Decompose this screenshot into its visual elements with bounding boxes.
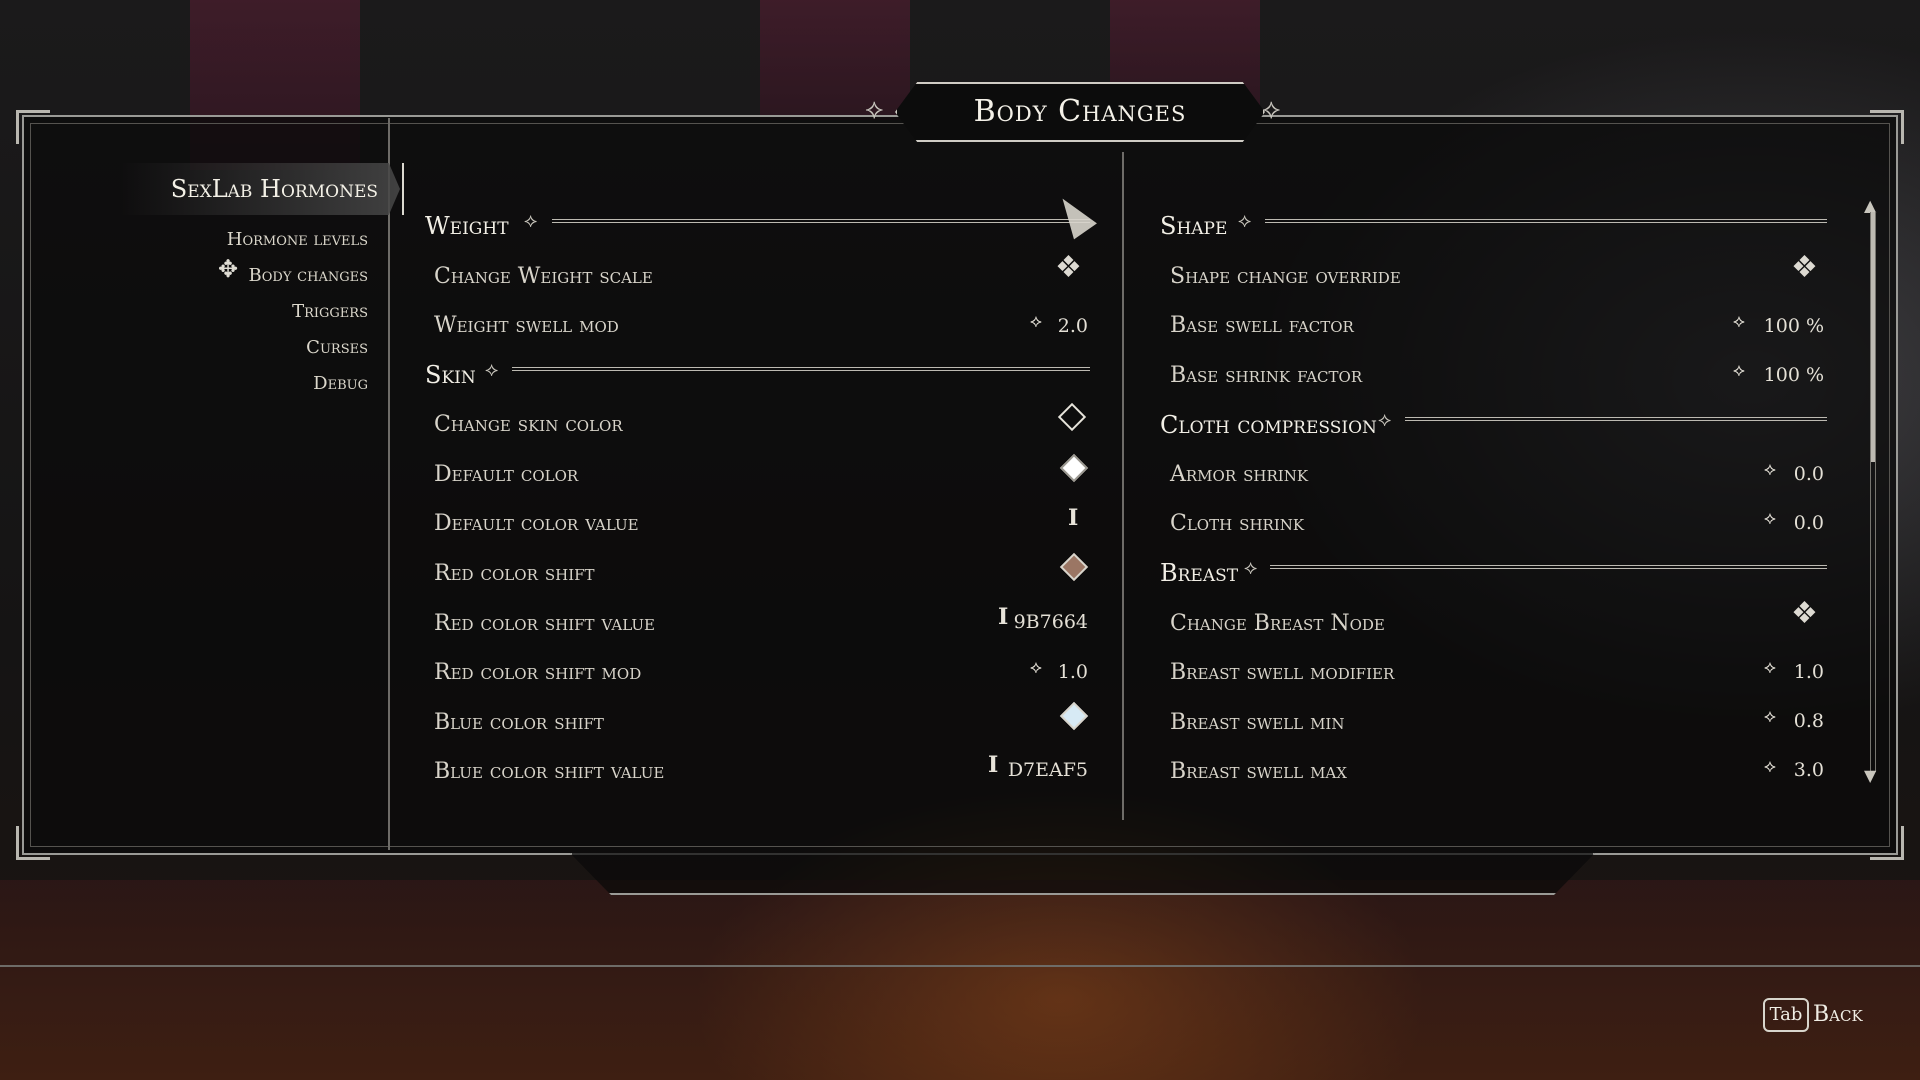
slider-icon: ⟡ (1764, 508, 1776, 529)
option-change-weight-scale[interactable]: Change Weight scale (434, 264, 653, 289)
option-red-color-shift-value[interactable]: Red color shift value (434, 611, 655, 636)
option-base-swell-factor[interactable]: Base swell factor (1170, 313, 1354, 338)
background-banner-center (760, 0, 910, 120)
header-knot-icon: ⟡ (1378, 407, 1392, 431)
value-armor-shrink[interactable]: 0.0 (1794, 463, 1824, 485)
value-base-swell-factor[interactable]: 100 % (1764, 315, 1824, 337)
option-breast-swell-min[interactable]: Breast swell min (1170, 710, 1344, 735)
column-divider (1122, 152, 1124, 820)
value-breast-swell-min[interactable]: 0.8 (1794, 710, 1824, 732)
option-shape-change-override[interactable]: Shape change override (1170, 264, 1401, 289)
sidebar-divider (388, 118, 390, 850)
knot-toggle-icon[interactable]: ❖ (1055, 250, 1082, 285)
text-cursor-icon: I (998, 604, 1009, 630)
sidebar-item-body-changes[interactable]: Body changes (249, 265, 368, 286)
header-rule (1265, 219, 1827, 223)
value-breast-swell-max[interactable]: 3.0 (1794, 759, 1824, 781)
frame-corner-ornament (1870, 826, 1904, 860)
value-breast-swell-modifier[interactable]: 1.0 (1794, 661, 1824, 683)
option-red-color-shift-mod[interactable]: Red color shift mod (434, 660, 641, 685)
header-knot-icon: ⟡ (1238, 208, 1252, 232)
active-mod-highlight-edge (380, 163, 404, 215)
slider-icon: ⟡ (1764, 756, 1776, 777)
option-blue-color-shift[interactable]: Blue color shift (434, 710, 604, 735)
value-red-color-shift[interactable]: 9B7664 (1014, 611, 1088, 633)
header-knot-icon: ⟡ (1244, 555, 1258, 579)
page-title: Body Changes (973, 94, 1187, 129)
slider-icon: ⟡ (1764, 706, 1776, 727)
header-knot-icon: ⟡ (524, 208, 538, 232)
header-weight: Weight (425, 212, 509, 240)
option-change-skin-color[interactable]: Change skin color (434, 412, 623, 437)
option-blue-color-shift-value[interactable]: Blue color shift value (434, 759, 664, 784)
header-knot-icon: ⟡ (485, 357, 499, 381)
slider-icon: ⟡ (1733, 360, 1745, 381)
option-cloth-shrink[interactable]: Cloth shrink (1170, 511, 1304, 536)
option-weight-swell-mod[interactable]: Weight swell mod (434, 313, 619, 338)
back-button[interactable]: Back (1813, 1002, 1863, 1027)
header-shape: Shape (1160, 212, 1228, 240)
slider-icon: ⟡ (1030, 657, 1042, 678)
background-floor (0, 880, 1920, 1080)
option-armor-shrink[interactable]: Armor shrink (1170, 462, 1308, 487)
tab-key-badge: Tab (1763, 998, 1809, 1032)
option-change-breast-node[interactable]: Change Breast Node (1170, 611, 1385, 636)
text-cursor-icon: I (988, 752, 999, 778)
sidebar-item-debug[interactable]: Debug (313, 373, 368, 394)
slider-icon: ⟡ (1764, 657, 1776, 678)
value-base-shrink-factor[interactable]: 100 % (1764, 364, 1824, 386)
value-cloth-shrink[interactable]: 0.0 (1794, 512, 1824, 534)
sidebar-item-curses[interactable]: Curses (306, 337, 368, 358)
slider-icon: ⟡ (1030, 311, 1042, 332)
header-rule (512, 367, 1090, 371)
frame-corner-ornament (16, 826, 50, 860)
title-knot-left-icon: ⟡ (865, 92, 884, 125)
knot-toggle-icon[interactable]: ❖ (1791, 250, 1818, 285)
knot-toggle-icon[interactable]: ❖ (1791, 596, 1818, 631)
header-skin: Skin (425, 361, 476, 389)
scrollbar-thumb[interactable] (1871, 212, 1875, 462)
frame-bottom-tab (570, 853, 1595, 895)
option-red-color-shift[interactable]: Red color shift (434, 561, 595, 586)
value-red-color-shift-mod[interactable]: 1.0 (1058, 661, 1088, 683)
selected-page-knot-icon: ✥ (218, 255, 239, 283)
header-cloth-compression: Cloth compression (1160, 411, 1377, 439)
mod-name-sexlab-hormones[interactable]: SexLab Hormones (120, 163, 378, 215)
sidebar-item-triggers[interactable]: Triggers (292, 301, 368, 322)
frame-corner-ornament (16, 110, 50, 144)
frame-corner-ornament (1870, 110, 1904, 144)
value-weight-swell-mod[interactable]: 2.0 (1058, 315, 1088, 337)
text-cursor-icon[interactable]: I (1068, 505, 1078, 531)
scroll-down-icon[interactable]: ▼ (1864, 766, 1876, 785)
option-default-color[interactable]: Default color (434, 462, 578, 487)
header-rule (552, 219, 1090, 223)
slider-icon: ⟡ (1764, 459, 1776, 480)
slider-icon: ⟡ (1733, 311, 1745, 332)
header-rule (1405, 417, 1827, 421)
header-rule (1270, 565, 1827, 569)
sidebar-item-hormone-levels[interactable]: Hormone levels (227, 229, 368, 250)
option-breast-swell-max[interactable]: Breast swell max (1170, 759, 1347, 784)
value-blue-color-shift[interactable]: D7EAF5 (1008, 759, 1088, 781)
option-base-shrink-factor[interactable]: Base shrink factor (1170, 363, 1362, 388)
footer-divider (0, 965, 1920, 967)
option-default-color-value[interactable]: Default color value (434, 511, 639, 536)
header-breast: Breast (1160, 559, 1239, 587)
option-breast-swell-modifier[interactable]: Breast swell modifier (1170, 660, 1394, 685)
